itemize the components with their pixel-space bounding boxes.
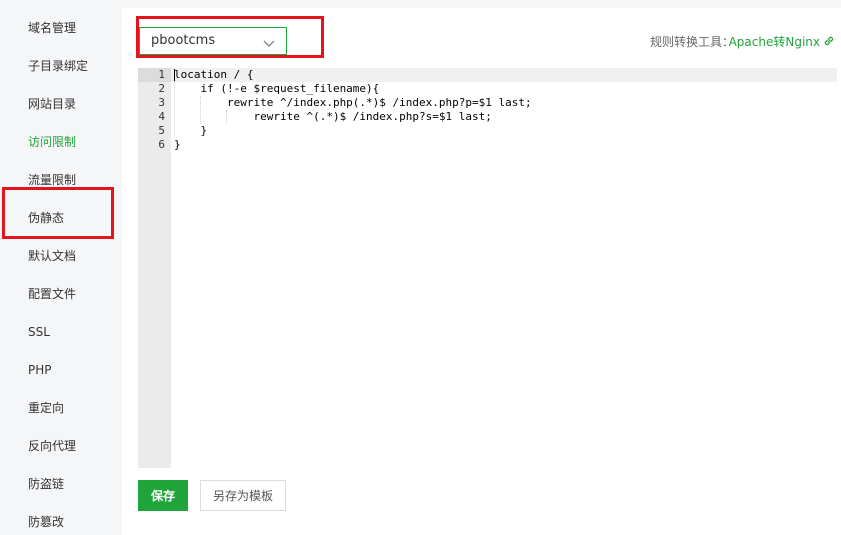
apache-to-nginx-link[interactable]: Apache转Nginx (729, 33, 820, 50)
line-number: 6 (158, 138, 165, 151)
line-number: 3 (158, 96, 165, 109)
sidebar-item-redirect[interactable]: 重定向 (28, 398, 64, 418)
code-line: } (174, 138, 181, 151)
sidebar-item-tamper-protection[interactable]: 防篡改 (28, 512, 64, 532)
code-editor[interactable]: 1 2 3 4 5 6 location / { if (!-e $reques… (138, 68, 837, 468)
sidebar-item-php[interactable]: PHP (28, 360, 52, 380)
code-line: } (174, 124, 208, 137)
sidebar-item-traffic-limit[interactable]: 流量限制 (28, 170, 76, 190)
line-number: 5 (158, 124, 165, 137)
code-line: rewrite ^(.*)$ /index.php?s=$1 last; (174, 110, 492, 123)
sidebar-nav: 域名管理 子目录绑定 网站目录 访问限制 流量限制 伪静态 默认文档 配置文件 … (0, 0, 122, 535)
rewrite-template-value: pbootcms (151, 33, 216, 48)
sidebar-item-subdirectory-binding[interactable]: 子目录绑定 (28, 56, 88, 76)
top-strip (122, 0, 841, 8)
save-as-template-button[interactable]: 另存为模板 (200, 480, 286, 511)
sidebar-item-ssl[interactable]: SSL (28, 322, 50, 342)
line-number: 4 (158, 110, 165, 123)
rewrite-template-select[interactable]: pbootcms (139, 27, 287, 55)
sidebar-item-reverse-proxy[interactable]: 反向代理 (28, 436, 76, 456)
line-number: 1 (158, 68, 165, 81)
sidebar-item-domain-management[interactable]: 域名管理 (28, 18, 76, 38)
sidebar-item-pseudo-static[interactable]: 伪静态 (28, 208, 64, 228)
rule-converter-label: 规则转换工具： (649, 35, 734, 49)
sidebar-item-site-directory[interactable]: 网站目录 (28, 94, 76, 114)
line-number: 2 (158, 82, 165, 95)
sidebar-item-access-restriction[interactable]: 访问限制 (28, 132, 76, 152)
sidebar-item-config-file[interactable]: 配置文件 (28, 284, 76, 304)
code-line: if (!-e $request_filename){ (174, 82, 380, 95)
save-button[interactable]: 保存 (138, 480, 188, 511)
sidebar-item-default-document[interactable]: 默认文档 (28, 246, 76, 266)
chevron-down-icon (263, 37, 275, 52)
text-cursor (174, 69, 175, 81)
link-icon[interactable] (823, 32, 835, 51)
sidebar-item-hotlink-protection[interactable]: 防盗链 (28, 474, 64, 494)
active-line-highlight (171, 68, 837, 82)
code-line: rewrite ^/index.php(.*)$ /index.php?p=$1… (174, 96, 532, 109)
code-line: location / { (174, 68, 254, 81)
